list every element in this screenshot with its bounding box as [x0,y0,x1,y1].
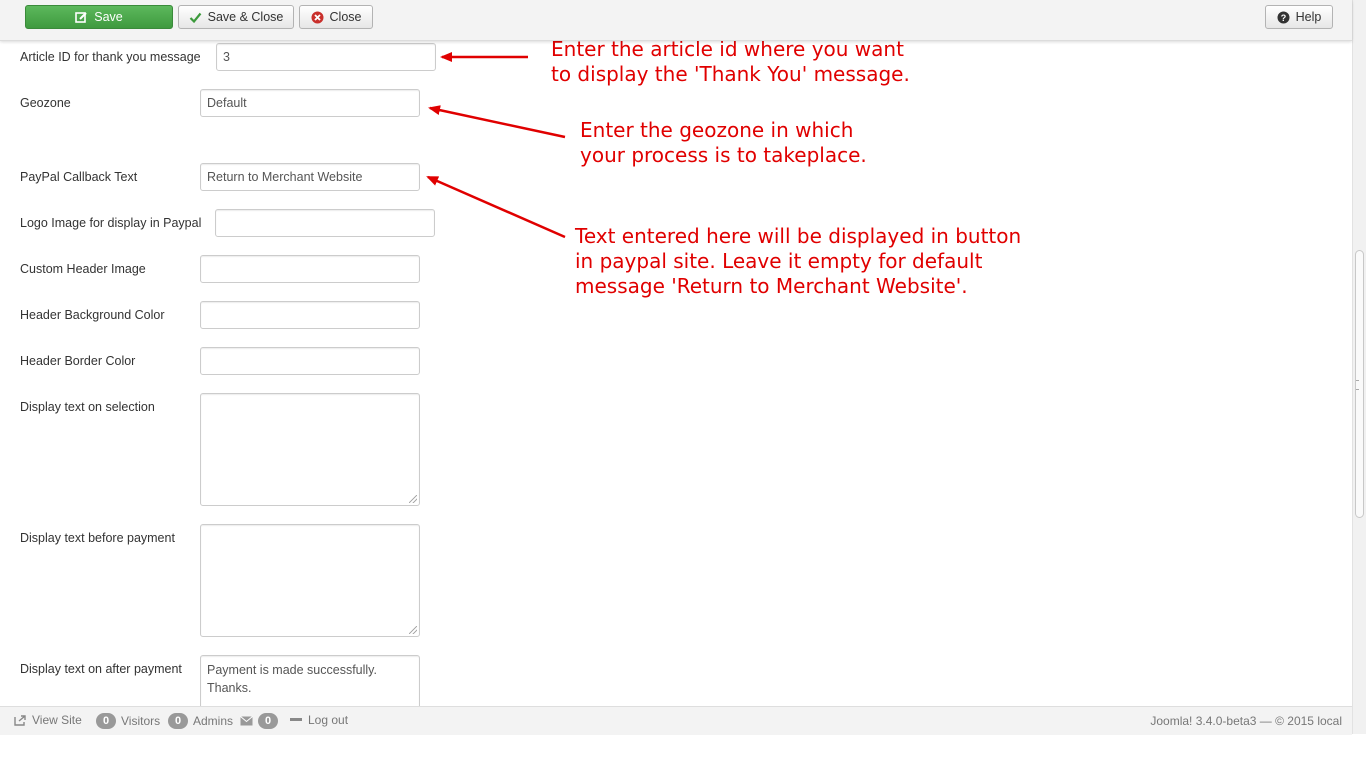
header-border-color-input[interactable] [200,347,420,375]
annotation-arrow-geozone [428,105,566,139]
text-before-payment-label: Display text before payment [20,531,175,545]
header-bg-color-input[interactable] [200,301,420,329]
resize-handle[interactable] [409,495,417,503]
svg-text:?: ? [1280,13,1286,23]
status-bar: View Site 0 Visitors 0 Admins 0 Log out … [0,706,1352,735]
toolbar: Save Save & Close Close ? Help [0,0,1352,41]
cancel-circle-icon [311,11,324,24]
save-button[interactable]: Save [25,5,173,29]
close-label: Close [329,10,362,24]
messages-link[interactable]: 0 [240,713,278,729]
annotation-arrow-callback [426,175,566,239]
version-info: Joomla! 3.4.0-beta3 — © 2015 local [1150,714,1342,728]
view-site-label: View Site [32,713,82,727]
close-button[interactable]: Close [299,5,373,29]
logo-image-input[interactable] [215,209,435,237]
share-icon [14,714,27,727]
scrollbar-grip-icon [1356,380,1359,390]
save-label: Save [94,10,123,24]
logout-label: Log out [308,713,349,727]
text-before-payment-textarea[interactable] [200,524,420,637]
visitors-label: Visitors [121,714,161,728]
view-site-link[interactable]: View Site [14,713,82,727]
messages-count-badge: 0 [258,713,278,729]
resize-handle[interactable] [409,626,417,634]
text-on-selection-label: Display text on selection [20,400,155,414]
paypal-callback-label: PayPal Callback Text [20,170,138,184]
help-button[interactable]: ? Help [1265,5,1333,29]
visitors-count-badge: 0 [96,713,116,729]
admins-link[interactable]: 0 Admins [168,713,233,729]
header-border-color-label: Header Border Color [20,354,136,368]
logout-link[interactable]: Log out [290,713,348,727]
article-id-label: Article ID for thank you message [20,50,201,64]
custom-header-image-input[interactable] [200,255,420,283]
text-on-selection-textarea[interactable] [200,393,420,506]
question-circle-icon: ? [1277,11,1290,24]
text-after-payment-label: Display text on after payment [20,662,182,676]
custom-header-image-label: Custom Header Image [20,262,146,276]
annotation-geozone: Enter the geozone in which your process … [580,118,867,167]
check-icon [189,11,202,24]
minus-icon [290,714,303,727]
save-and-close-button[interactable]: Save & Close [178,5,294,29]
article-id-input[interactable] [216,43,436,71]
help-label: Help [1295,10,1322,24]
envelope-icon [240,715,253,728]
logo-image-label: Logo Image for display in Paypal [20,216,202,230]
vertical-scrollbar[interactable] [1352,0,1366,734]
admins-label: Admins [193,714,234,728]
edit-icon [75,11,88,24]
header-bg-color-label: Header Background Color [20,308,165,322]
admins-count-badge: 0 [168,713,188,729]
paypal-callback-input[interactable] [200,163,420,191]
annotation-callback-text: Text entered here will be displayed in b… [575,224,1022,298]
visitors-link[interactable]: 0 Visitors [96,713,160,729]
geozone-label: Geozone [20,96,71,110]
geozone-select[interactable] [200,89,420,117]
annotation-article-id: Enter the article id where you want to d… [551,37,910,86]
save-and-close-label: Save & Close [207,10,284,24]
